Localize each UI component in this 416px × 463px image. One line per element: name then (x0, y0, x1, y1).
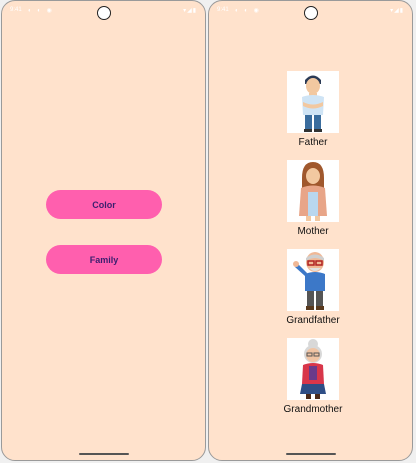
home-indicator[interactable] (78, 453, 129, 455)
status-time: 9:41 (217, 7, 229, 13)
camera-cutout (303, 6, 318, 20)
grandmother-label: Grandmother (283, 404, 343, 415)
family-member-grandfather[interactable]: Grandfather (263, 249, 363, 326)
father-label: Father (298, 137, 328, 148)
home-indicator[interactable] (285, 453, 336, 455)
grandfather-label: Grandfather (286, 315, 340, 326)
status-system-icons: ▾◢▮ (183, 8, 197, 14)
father-image (287, 71, 339, 133)
status-notification-icons: ◐ ◐ ◉ (235, 8, 261, 14)
mother-label: Mother (297, 226, 329, 237)
grandmother-image (287, 338, 339, 400)
status-time: 9:41 (10, 7, 22, 13)
status-system-icons: ▾◢▮ (390, 8, 404, 14)
right-phone-screen: 9:41 ◐ ◐ ◉ ▾◢▮ Father Mother Grandfather… (208, 0, 413, 461)
family-button[interactable]: Family (46, 245, 162, 274)
family-member-grandmother[interactable]: Grandmother (263, 338, 363, 415)
mother-image (287, 160, 339, 222)
status-notification-icons: ◐ ◐ ◉ (28, 8, 54, 14)
left-phone-screen: 9:41 ◐ ◐ ◉ ▾◢▮ Color Family (1, 0, 206, 461)
family-member-mother[interactable]: Mother (263, 160, 363, 237)
color-button[interactable]: Color (46, 190, 162, 219)
camera-cutout (96, 6, 111, 20)
family-member-father[interactable]: Father (263, 71, 363, 148)
grandfather-image (287, 249, 339, 311)
